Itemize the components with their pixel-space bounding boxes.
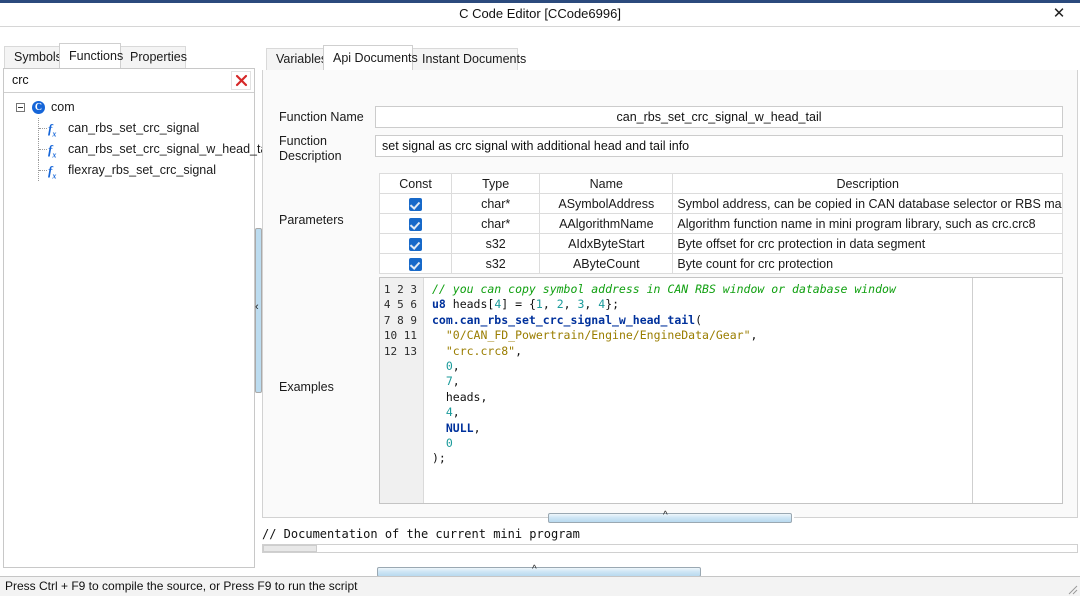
functions-tree: C com fx can_rbs_set_crc_signal fx can_r… [4, 95, 254, 181]
table-row[interactable]: char* AAlgorithmName Algorithm function … [380, 214, 1063, 234]
tree-expander-icon[interactable] [16, 103, 25, 112]
const-cell [380, 214, 452, 234]
function-search-row [4, 69, 254, 93]
scrollbar-thumb[interactable] [548, 513, 792, 523]
name-cell: AAlgorithmName [540, 214, 673, 234]
right-tabstrip: Variables Api Documents Instant Document… [262, 48, 1078, 70]
scroll-up-caret-icon[interactable]: ^ [663, 511, 668, 521]
tab-variables[interactable]: Variables [266, 48, 324, 70]
examples-label: Examples [279, 380, 334, 395]
title-accent-stripe [0, 0, 1080, 3]
column-header-type: Type [452, 174, 540, 194]
tree-root-label: com [51, 97, 75, 118]
documentation-line: // Documentation of the current mini pro… [262, 524, 1078, 544]
parameters-label: Parameters [279, 213, 344, 228]
column-header-name: Name [540, 174, 673, 194]
tab-properties[interactable]: Properties [120, 46, 186, 68]
examples-horizontal-scrollbar[interactable]: ^ [548, 513, 794, 523]
function-name-label: Function Name [279, 110, 364, 125]
type-cell: char* [452, 214, 540, 234]
const-checkbox[interactable] [409, 258, 422, 271]
const-cell [380, 194, 452, 214]
tree-item-can-rbs-set-crc-signal-w-head-tail[interactable]: fx can_rbs_set_crc_signal_w_head_tail [4, 139, 254, 160]
tree-connector [38, 160, 47, 181]
clear-search-icon[interactable] [231, 71, 251, 90]
const-cell [380, 254, 452, 274]
scrollbar-thumb[interactable] [263, 545, 317, 552]
function-search-input[interactable] [10, 69, 210, 92]
function-description-label-line2: Description [279, 149, 342, 164]
left-panel: Symbols Functions Properties C com fx [0, 46, 258, 571]
column-header-const: Const [380, 174, 452, 194]
tree-connector [38, 139, 47, 160]
table-row[interactable]: s32 AIdxByteStart Byte offset for crc pr… [380, 234, 1063, 254]
window-title: C Code Editor [CCode6996] [0, 4, 1080, 24]
type-cell: s32 [452, 234, 540, 254]
name-cell: AIdxByteStart [540, 234, 673, 254]
tab-instant-documents[interactable]: Instant Documents [412, 48, 518, 70]
parameters-table: Const Type Name Description char* ASymbo… [379, 173, 1063, 274]
tree-connector [38, 118, 47, 139]
const-cell [380, 234, 452, 254]
const-checkbox[interactable] [409, 218, 422, 231]
table-header-row: Const Type Name Description [380, 174, 1063, 194]
table-row[interactable]: char* ASymbolAddress Symbol address, can… [380, 194, 1063, 214]
window-titlebar: C Code Editor [CCode6996] ✕ [0, 0, 1080, 27]
examples-code-editor[interactable]: 1 2 3 4 5 6 7 8 9 10 11 12 13 // you can… [379, 277, 1063, 504]
resize-grip-icon[interactable] [1064, 581, 1078, 595]
table-row[interactable]: s32 AByteCount Byte count for crc protec… [380, 254, 1063, 274]
name-cell: ASymbolAddress [540, 194, 673, 214]
tree-item-can-rbs-set-crc-signal[interactable]: fx can_rbs_set_crc_signal [4, 118, 254, 139]
right-panel: Variables Api Documents Instant Document… [262, 48, 1078, 518]
functions-tab-content: C com fx can_rbs_set_crc_signal fx can_r… [3, 68, 255, 568]
close-window-button[interactable]: ✕ [1044, 3, 1074, 24]
function-icon: fx [48, 160, 56, 187]
function-description-label-line1: Function [279, 134, 327, 149]
collapse-left-arrow-icon[interactable]: ‹ [255, 302, 259, 313]
function-description-field[interactable]: set signal as crc signal with additional… [375, 135, 1063, 157]
tree-item-flexray-rbs-set-crc-signal[interactable]: fx flexray_rbs_set_crc_signal [4, 160, 254, 181]
left-tabstrip: Symbols Functions Properties [0, 46, 258, 68]
tab-functions[interactable]: Functions [59, 43, 121, 68]
description-cell: Byte offset for crc protection in data s… [673, 234, 1063, 254]
code-vertical-divider [972, 278, 973, 503]
type-cell: char* [452, 194, 540, 214]
const-checkbox[interactable] [409, 198, 422, 211]
documentation-horizontal-scrollbar[interactable] [262, 544, 1078, 553]
tab-symbols[interactable]: Symbols [4, 46, 60, 68]
scroll-up-caret-icon[interactable]: ^ [532, 565, 537, 575]
tree-item-label: flexray_rbs_set_crc_signal [68, 160, 216, 181]
name-cell: AByteCount [540, 254, 673, 274]
tree-root-com[interactable]: C com [4, 97, 254, 118]
column-header-description: Description [673, 174, 1063, 194]
api-documents-content: Function Name can_rbs_set_crc_signal_w_h… [262, 70, 1078, 518]
code-line-numbers: 1 2 3 4 5 6 7 8 9 10 11 12 13 [380, 278, 424, 503]
const-checkbox[interactable] [409, 238, 422, 251]
type-cell: s32 [452, 254, 540, 274]
description-cell: Byte count for crc protection [673, 254, 1063, 274]
com-library-icon: C [32, 101, 45, 114]
tree-item-label: can_rbs_set_crc_signal [68, 118, 199, 139]
description-cell: Algorithm function name in mini program … [673, 214, 1063, 234]
status-bar-text: Press Ctrl + F9 to compile the source, o… [5, 579, 357, 593]
description-cell: Symbol address, can be copied in CAN dat… [673, 194, 1063, 214]
function-name-field[interactable]: can_rbs_set_crc_signal_w_head_tail [375, 106, 1063, 128]
tree-item-label: can_rbs_set_crc_signal_w_head_tail [68, 139, 273, 160]
code-content[interactable]: // you can copy symbol address in CAN RB… [426, 278, 1062, 503]
tab-api-documents[interactable]: Api Documents [323, 45, 413, 70]
status-bar: Press Ctrl + F9 to compile the source, o… [0, 576, 1080, 596]
